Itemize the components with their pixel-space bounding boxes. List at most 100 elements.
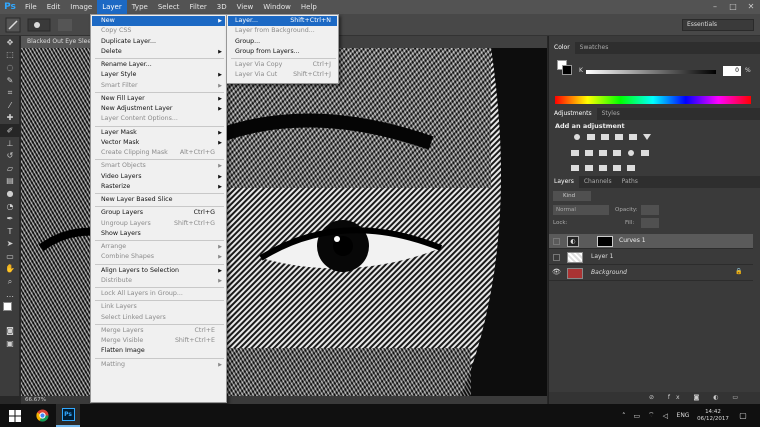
layer-menu-item-video-layers[interactable]: Video Layers ▶	[92, 172, 225, 182]
layer-menu-item-copy-css[interactable]: Copy CSS	[92, 26, 225, 36]
layer-menu-item-align-layers-to-selection[interactable]: Align Layers to Selection ▶	[92, 266, 225, 276]
layer-menu-item-show-layers[interactable]: Show Layers	[92, 229, 225, 239]
volume-icon[interactable]: ◁	[663, 412, 668, 420]
layer-menu-item-layer-style[interactable]: Layer Style ▶	[92, 70, 225, 80]
layer-menu-item-vector-mask[interactable]: Vector Mask ▶	[92, 138, 225, 148]
layer-menu-item-merge-visible[interactable]: Merge Visible Shift+Ctrl+E	[92, 336, 225, 346]
layer-menu-item-smart-filter[interactable]: Smart Filter ▶	[92, 81, 225, 91]
layer-menu-item-rasterize[interactable]: Rasterize ▶	[92, 182, 225, 192]
menu-help[interactable]: Help	[296, 0, 322, 14]
clone-stamp-tool-icon[interactable]: ⊥	[0, 137, 20, 150]
layer-menu-item-link-layers[interactable]: Link Layers	[92, 302, 225, 312]
layer-menu-item-create-clipping-mask[interactable]: Create Clipping Mask Alt+Ctrl+G	[92, 148, 225, 158]
system-tray[interactable]: ˄ ▭ ⌔ ◁	[618, 404, 672, 427]
healing-tool-icon[interactable]: ✚	[0, 112, 20, 125]
fill-field[interactable]	[641, 218, 659, 228]
menu-window[interactable]: Window	[258, 0, 296, 14]
quick-select-tool-icon[interactable]: ✎	[0, 74, 20, 87]
tab-layers[interactable]: Layers	[549, 176, 579, 188]
layer-menu-item-new-adjustment-layer[interactable]: New Adjustment Layer ▶	[92, 104, 225, 114]
menu-filter[interactable]: Filter	[184, 0, 211, 14]
layer-menu-item-combine-shapes[interactable]: Combine Shapes ▶	[92, 252, 225, 262]
layer-menu-item-lock-all-layers-in-group[interactable]: Lock All Layers in Group...	[92, 289, 225, 299]
quick-mask-icon[interactable]: ◙	[0, 324, 20, 337]
new-submenu-item-group-from-layers[interactable]: Group from Layers...	[228, 47, 337, 57]
new-submenu-item-layer-from-background[interactable]: Layer from Background...	[228, 26, 337, 36]
blur-tool-icon[interactable]: ●	[0, 187, 20, 200]
layers-footer-icons[interactable]: ⊘ fx ◙ ◐ ▭ ▤ ⌫	[549, 392, 760, 413]
start-button[interactable]	[0, 404, 30, 427]
pen-tool-icon[interactable]: ✒	[0, 212, 20, 225]
adjustment-icons[interactable]	[569, 132, 679, 174]
layer-menu-item-new-fill-layer[interactable]: New Fill Layer ▶	[92, 94, 225, 104]
color-ramp[interactable]	[555, 96, 751, 104]
layer-menu-item-layer-content-options[interactable]: Layer Content Options...	[92, 114, 225, 124]
language-indicator[interactable]: ENG	[672, 404, 694, 427]
layer-menu-item-merge-layers[interactable]: Merge Layers Ctrl+E	[92, 326, 225, 336]
clock[interactable]: 14:42 06/12/2017	[696, 404, 730, 427]
foreground-color[interactable]	[3, 302, 12, 312]
type-tool-icon[interactable]: T	[0, 225, 20, 238]
layer-menu-item-delete[interactable]: Delete ▶	[92, 47, 225, 57]
shape-tool-icon[interactable]: ▭	[0, 250, 20, 263]
eraser-tool-icon[interactable]: ▱	[0, 162, 20, 175]
menu-edit[interactable]: Edit	[42, 0, 66, 14]
battery-icon[interactable]: ▭	[633, 412, 640, 420]
dodge-tool-icon[interactable]: ◔	[0, 200, 20, 213]
screen-mode-icon[interactable]: ▣	[0, 337, 20, 350]
menu-layer[interactable]: Layer	[97, 0, 127, 14]
layer-row-layer1[interactable]: Layer 1	[549, 250, 753, 265]
blend-mode-select[interactable]: Normal	[553, 205, 609, 215]
layer-menu-item-group-layers[interactable]: Group Layers Ctrl+G	[92, 208, 225, 218]
layer-menu-item-select-linked-layers[interactable]: Select Linked Layers	[92, 313, 225, 323]
menu-image[interactable]: Image	[65, 0, 97, 14]
visibility-toggle[interactable]	[553, 238, 560, 245]
gradient-tool-icon[interactable]: ▤	[0, 175, 20, 188]
menu-3d[interactable]: 3D	[212, 0, 232, 14]
photoshop-taskbar-button[interactable]: Ps	[56, 404, 80, 427]
layer-menu-item-layer-mask[interactable]: Layer Mask ▶	[92, 128, 225, 138]
menu-type[interactable]: Type	[127, 0, 153, 14]
new-submenu-item-layer[interactable]: Layer... Shift+Ctrl+N	[228, 16, 337, 26]
menu-select[interactable]: Select	[153, 0, 185, 14]
layer-menu-item-duplicate-layer[interactable]: Duplicate Layer...	[92, 37, 225, 47]
lasso-tool-icon[interactable]: ◌	[0, 61, 20, 74]
layer-name[interactable]: Background	[591, 269, 627, 276]
edit-toolbar-icon[interactable]: …	[0, 288, 20, 301]
opacity-field[interactable]	[641, 205, 659, 215]
tab-swatches[interactable]: Swatches	[575, 42, 614, 54]
color-background[interactable]	[562, 65, 572, 75]
tab-paths[interactable]: Paths	[617, 176, 643, 188]
menu-file[interactable]: File	[20, 0, 42, 14]
crop-tool-icon[interactable]: ⌗	[0, 86, 20, 99]
visibility-toggle[interactable]	[553, 254, 560, 261]
menu-view[interactable]: View	[232, 0, 259, 14]
layer-menu-item-matting[interactable]: Matting ▶	[92, 360, 225, 370]
workspace-select[interactable]: Essentials	[682, 19, 754, 31]
layer-menu-item-smart-objects[interactable]: Smart Objects ▶	[92, 161, 225, 171]
move-tool-icon[interactable]: ✥	[0, 36, 20, 49]
tab-channels[interactable]: Channels	[579, 176, 617, 188]
tab-adjustments[interactable]: Adjustments	[549, 108, 597, 120]
chrome-taskbar-button[interactable]	[30, 404, 54, 427]
layer-row-background[interactable]: 👁 Background 🔒	[549, 266, 753, 281]
notifications-icon[interactable]: ▢	[734, 404, 752, 427]
tab-color[interactable]: Color	[549, 42, 575, 54]
layer-menu-item-ungroup-layers[interactable]: Ungroup Layers Shift+Ctrl+G	[92, 219, 225, 229]
layer-menu-item-flatten-image[interactable]: Flatten Image	[92, 346, 225, 356]
new-submenu-item-group[interactable]: Group...	[228, 37, 337, 47]
network-icon[interactable]: ⌔	[648, 411, 655, 420]
layer-mask-thumbnail[interactable]	[597, 236, 613, 247]
brush-tool-icon[interactable]: ✐	[0, 124, 20, 137]
layer-menu-item-arrange[interactable]: Arrange ▶	[92, 242, 225, 252]
layer-menu-item-new[interactable]: New ▶	[92, 16, 225, 26]
history-brush-tool-icon[interactable]: ↺	[0, 149, 20, 162]
tab-styles[interactable]: Styles	[597, 108, 625, 120]
maximize-icon[interactable]: □	[724, 0, 742, 14]
layer-menu-item-rename-layer[interactable]: Rename Layer...	[92, 60, 225, 70]
zoom-tool-icon[interactable]: ⌕	[0, 275, 20, 288]
k-value-field[interactable]: 0	[723, 66, 741, 76]
layer-row-curves[interactable]: ◐ Curves 1	[549, 234, 753, 249]
layer-name[interactable]: Curves 1	[619, 237, 646, 244]
eye-icon[interactable]: 👁	[552, 268, 561, 276]
